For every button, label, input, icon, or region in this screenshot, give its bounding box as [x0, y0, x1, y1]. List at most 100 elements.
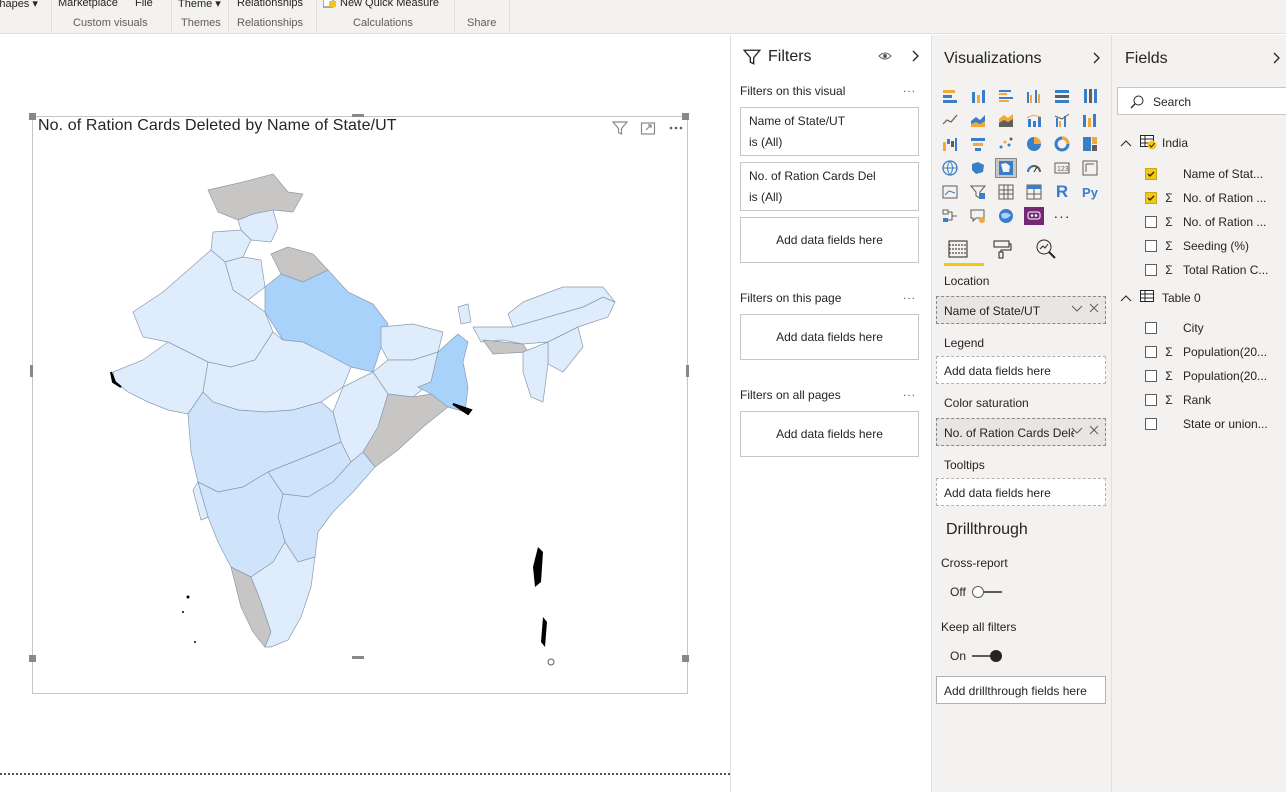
resize-handle[interactable] — [352, 656, 364, 659]
more-options-icon[interactable]: ... — [903, 385, 916, 399]
resize-handle[interactable] — [29, 655, 36, 662]
field-checkbox[interactable] — [1145, 168, 1157, 180]
ribbon-chart-icon[interactable] — [1079, 110, 1101, 130]
tooltips-well[interactable]: Add data fields here — [936, 478, 1106, 506]
remove-field-icon[interactable] — [1089, 302, 1099, 316]
drillthrough-well[interactable]: Add drillthrough fields here — [936, 676, 1106, 704]
chevron-down-icon[interactable] — [1071, 424, 1083, 439]
stacked-column-chart-icon[interactable] — [967, 86, 989, 106]
line-and-stacked-column-icon[interactable] — [1023, 110, 1045, 130]
map-region-tripura-mizoram[interactable] — [522, 341, 549, 403]
field-checkbox[interactable] — [1145, 216, 1157, 228]
collapse-visualizations-icon[interactable] — [1092, 52, 1102, 64]
100-stacked-bar-icon[interactable] — [1051, 86, 1073, 106]
remove-field-icon[interactable] — [1089, 424, 1099, 438]
fields-tab-icon[interactable] — [944, 235, 972, 263]
area-chart-icon[interactable] — [967, 110, 989, 130]
format-paint-roller-icon[interactable] — [988, 235, 1016, 263]
waterfall-chart-icon[interactable] — [939, 134, 961, 154]
fields-search-input[interactable]: Search — [1117, 87, 1286, 115]
map-region-sikkim[interactable] — [457, 303, 472, 325]
analytics-magnifier-icon[interactable] — [1032, 235, 1060, 263]
more-options-icon[interactable] — [667, 119, 685, 137]
location-well[interactable]: Name of State/UT — [936, 296, 1106, 324]
field-checkbox[interactable] — [1145, 346, 1157, 358]
location-field-pill[interactable]: Name of State/UT — [944, 304, 1074, 318]
matrix-icon[interactable] — [1023, 182, 1045, 202]
clustered-column-chart-icon[interactable] — [1023, 86, 1045, 106]
shapes-button[interactable]: Shapes ▾ — [0, 0, 38, 10]
slicer-icon[interactable] — [967, 182, 989, 202]
stacked-area-chart-icon[interactable] — [995, 110, 1017, 130]
map-region-nicobar[interactable] — [541, 617, 547, 647]
field-item[interactable]: Σ Seeding (%) — [1145, 237, 1249, 255]
from-file-button[interactable]: File — [135, 0, 153, 9]
map-icon[interactable] — [939, 158, 961, 178]
qa-visual-icon[interactable] — [967, 206, 989, 226]
resize-handle[interactable] — [352, 114, 364, 117]
line-and-clustered-column-icon[interactable] — [1051, 110, 1073, 130]
theme-button[interactable]: Theme ▾ — [178, 0, 221, 10]
pie-chart-icon[interactable] — [1023, 134, 1045, 154]
shape-map-icon[interactable] — [967, 158, 989, 178]
eye-icon[interactable] — [878, 50, 892, 62]
clustered-bar-chart-icon[interactable] — [995, 86, 1017, 106]
filter-card-ration-cards[interactable]: No. of Ration Cards Deleted is (All) — [740, 162, 919, 211]
resize-handle[interactable] — [682, 113, 689, 120]
field-checkbox[interactable] — [1145, 192, 1157, 204]
field-checkbox[interactable] — [1145, 370, 1157, 382]
field-checkbox[interactable] — [1145, 394, 1157, 406]
more-visuals-icon[interactable]: ··· — [1051, 206, 1073, 226]
more-options-icon[interactable]: ... — [903, 81, 916, 95]
new-quick-measure-button[interactable]: New Quick Measure — [323, 0, 439, 9]
field-item[interactable]: Σ Population(20... — [1145, 367, 1267, 385]
funnel-chart-icon[interactable] — [967, 134, 989, 154]
table-table-0[interactable]: Table 0 — [1120, 290, 1201, 305]
resize-handle[interactable] — [29, 113, 36, 120]
map-region-jammu-kashmir[interactable] — [207, 173, 304, 221]
field-item[interactable]: State or union... — [1145, 415, 1268, 433]
field-checkbox[interactable] — [1145, 418, 1157, 430]
add-visual-filter-field[interactable]: Add data fields here — [740, 217, 919, 263]
field-item[interactable]: Σ Rank — [1145, 391, 1211, 409]
legend-well[interactable]: Add data fields here — [936, 356, 1106, 384]
resize-handle[interactable] — [30, 365, 33, 377]
field-item[interactable]: Name of Stat... — [1145, 165, 1263, 183]
manage-relationships-button[interactable]: Relationships — [237, 0, 303, 9]
card-icon[interactable]: 123 — [1051, 158, 1073, 178]
report-canvas[interactable]: No. of Ration Cards Deleted by Name of S… — [0, 35, 730, 792]
donut-chart-icon[interactable] — [1051, 134, 1073, 154]
saturation-field-pill[interactable]: No. of Ration Cards Deleted — [944, 426, 1074, 440]
key-influencers-icon[interactable] — [939, 206, 961, 226]
stacked-bar-chart-icon[interactable] — [939, 86, 961, 106]
india-filled-map[interactable] — [103, 162, 623, 672]
map-region-lakshadweep[interactable] — [186, 595, 190, 599]
100-stacked-column-icon[interactable] — [1079, 86, 1101, 106]
field-item[interactable]: Σ Total Ration C... — [1145, 261, 1268, 279]
filled-map-visual[interactable]: No. of Ration Cards Deleted by Name of S… — [32, 116, 688, 694]
collapse-filters-icon[interactable] — [911, 50, 921, 62]
resize-handle[interactable] — [682, 655, 689, 662]
gauge-icon[interactable] — [1023, 158, 1045, 178]
add-page-filter-field[interactable]: Add data fields here — [740, 314, 919, 360]
table-icon[interactable] — [995, 182, 1017, 202]
field-item[interactable]: Σ Population(20... — [1145, 343, 1267, 361]
collapse-fields-icon[interactable] — [1272, 52, 1282, 64]
scatter-chart-icon[interactable] — [995, 134, 1017, 154]
field-item[interactable]: Σ No. of Ration ... — [1145, 189, 1266, 207]
cross-report-toggle[interactable]: Off — [950, 585, 1002, 599]
marketplace-button[interactable]: Marketplace — [58, 0, 118, 9]
filter-icon[interactable] — [611, 119, 629, 137]
more-options-icon[interactable]: ... — [903, 288, 916, 302]
keep-all-filters-toggle[interactable]: On — [950, 649, 1003, 663]
filter-card-state[interactable]: Name of State/UT is (All) — [740, 107, 919, 156]
multi-row-card-icon[interactable] — [1079, 158, 1101, 178]
field-item[interactable]: City — [1145, 319, 1204, 337]
treemap-icon[interactable] — [1079, 134, 1101, 154]
python-visual-icon[interactable]: Py — [1079, 182, 1101, 202]
color-saturation-well[interactable]: No. of Ration Cards Deleted — [936, 418, 1106, 446]
add-all-pages-filter-field[interactable]: Add data fields here — [740, 411, 919, 457]
field-checkbox[interactable] — [1145, 264, 1157, 276]
kpi-icon[interactable] — [939, 182, 961, 202]
field-checkbox[interactable] — [1145, 240, 1157, 252]
